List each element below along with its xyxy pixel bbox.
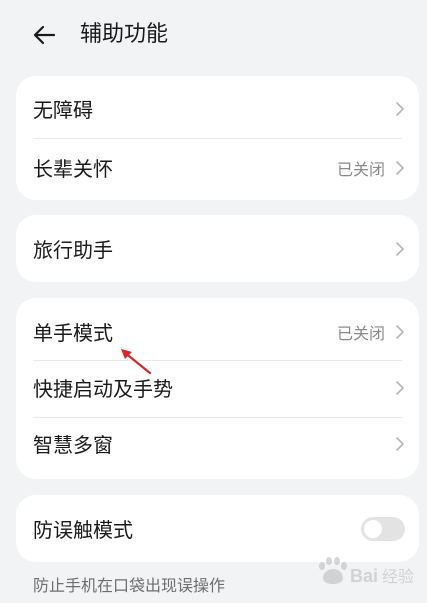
elder-care-item[interactable]: 长辈关怀 已关闭 — [16, 138, 419, 197]
item-status: 已关闭 — [336, 159, 385, 179]
item-label: 防误触模式 — [33, 518, 133, 542]
item-status: 已关闭 — [336, 323, 385, 343]
page-title: 辅助功能 — [80, 22, 169, 47]
header: 辅助功能 — [0, 0, 427, 70]
smart-multiwindow-item[interactable]: 智慧多窗 — [16, 414, 419, 473]
item-label: 智慧多窗 — [33, 433, 113, 457]
chevron-right-icon — [396, 101, 404, 116]
chevron-right-icon — [396, 436, 404, 451]
toggle-knob — [364, 519, 382, 538]
back-button[interactable] — [28, 18, 62, 52]
item-label: 旅行助手 — [33, 238, 113, 262]
accessibility-item[interactable]: 无障碍 — [16, 79, 419, 138]
one-handed-mode-item[interactable]: 单手模式 已关闭 — [16, 302, 419, 361]
svg-text:经验: 经验 — [382, 567, 414, 586]
anti-mistouch-description: 防止手机在口袋出现误操作 — [33, 576, 226, 595]
settings-group-2: 旅行助手 — [16, 215, 419, 282]
chevron-right-icon — [396, 380, 404, 395]
travel-assistant-item[interactable]: 旅行助手 — [16, 215, 419, 282]
item-label: 单手模式 — [33, 321, 113, 345]
chevron-right-icon — [396, 241, 404, 256]
chevron-right-icon — [396, 160, 404, 175]
anti-mistouch-toggle[interactable] — [361, 516, 405, 541]
shortcuts-gestures-item[interactable]: 快捷启动及手势 — [16, 358, 419, 417]
settings-group-1: 无障碍 长辈关怀 已关闭 — [16, 76, 419, 200]
arrow-left-icon — [33, 25, 56, 45]
svg-text:Bai: Bai — [350, 566, 378, 586]
annotation-arrow-icon — [121, 349, 152, 375]
item-label: 无障碍 — [33, 98, 93, 122]
item-label: 长辈关怀 — [33, 157, 113, 181]
settings-group-3: 单手模式 已关闭 快捷启动及手势 智慧多窗 — [16, 298, 419, 479]
baidu-jingyan-watermark-icon: Bai 经验 — [319, 557, 414, 586]
chevron-right-icon — [396, 324, 404, 339]
